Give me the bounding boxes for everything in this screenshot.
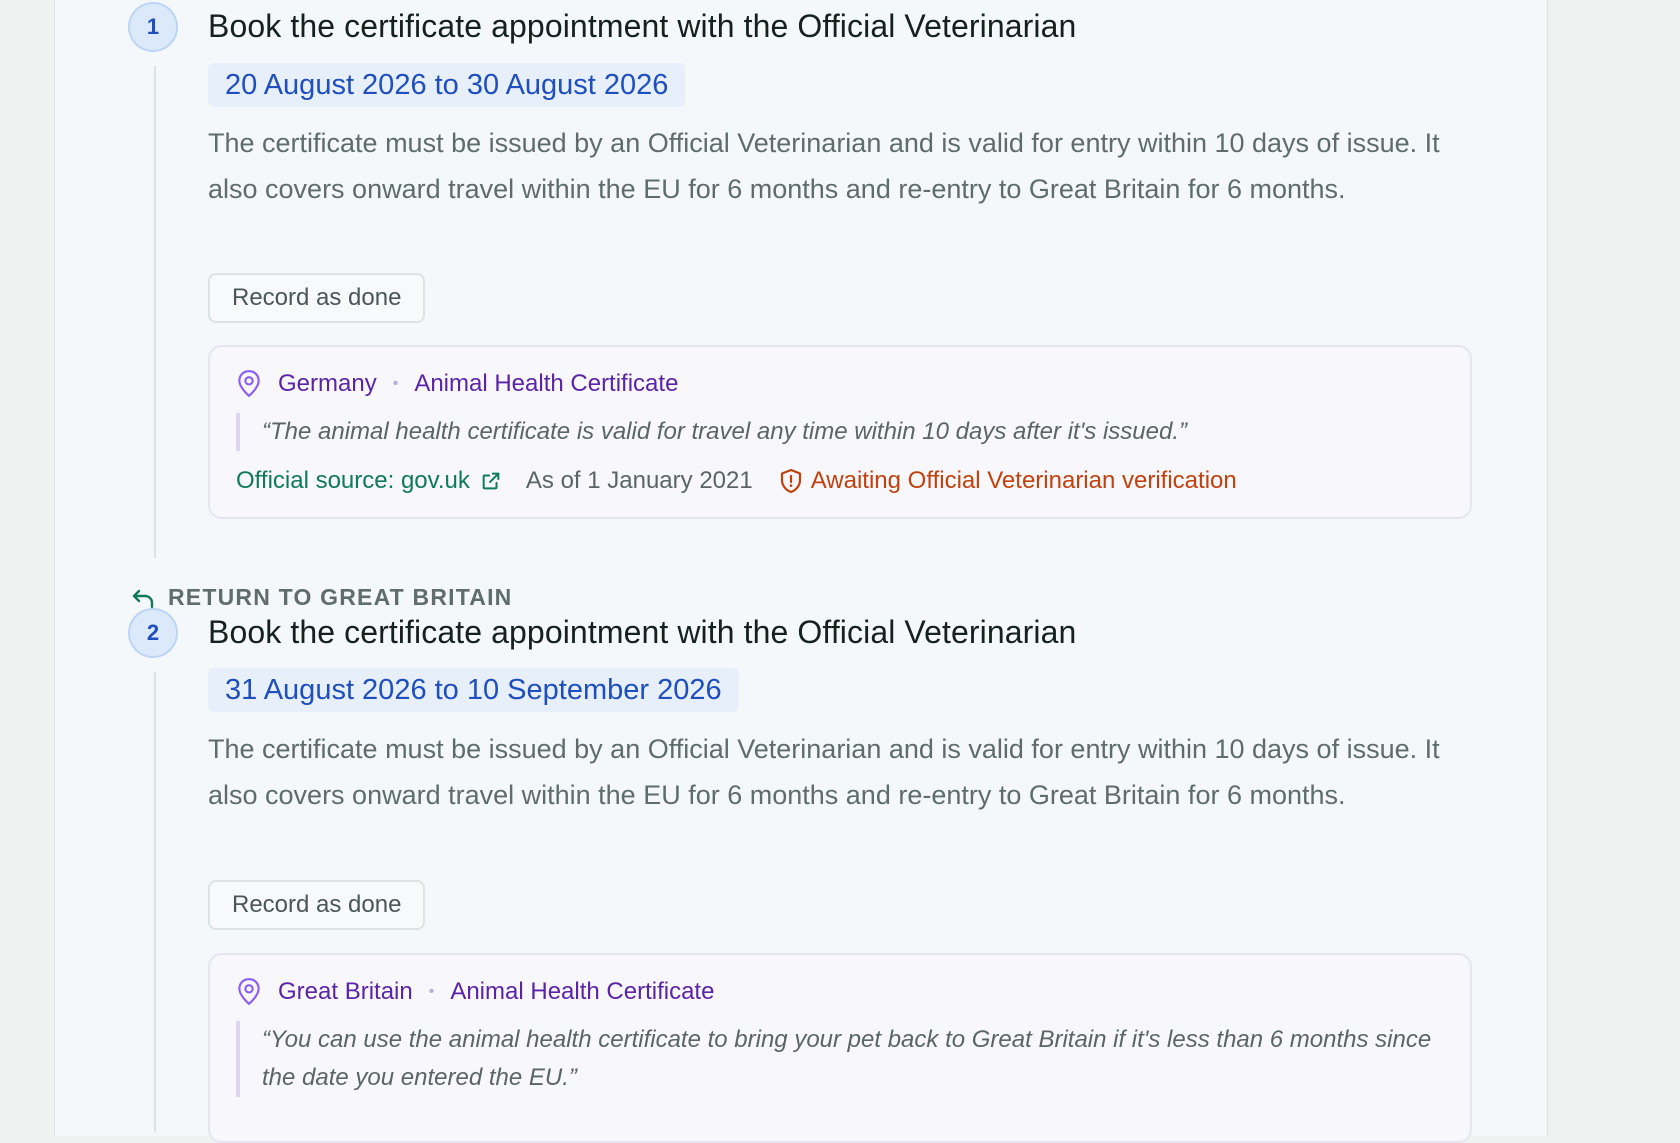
record-as-done-button[interactable]: Record as done (208, 880, 426, 930)
source-quote: “The animal health certificate is valid … (236, 413, 1432, 451)
official-source-link[interactable]: Official source: gov.uk (236, 467, 470, 495)
source-country: Great Britain (278, 978, 413, 1005)
timeline-line (154, 672, 156, 1132)
timeline-line (154, 66, 156, 558)
source-card: Germany • Animal Health Certificate “The… (208, 345, 1472, 519)
step-title: Book the certificate appointment with th… (208, 614, 1077, 650)
location-pin-icon (238, 978, 260, 1006)
step-description: The certificate must be issued by an Off… (208, 128, 1440, 204)
separator-dot: • (428, 983, 435, 1000)
separator-dot: • (392, 375, 399, 392)
source-header: Great Britain • Animal Health Certificat… (236, 977, 714, 1007)
section-label-text: RETURN TO GREAT BRITAIN (168, 584, 513, 610)
step-description: The certificate must be issued by an Off… (208, 734, 1440, 810)
location-pin-icon (238, 370, 260, 398)
step-title: Book the certificate appointment with th… (208, 8, 1077, 44)
shield-icon (780, 468, 801, 494)
source-meta: Official source: gov.uk As of 1 January … (236, 467, 1237, 495)
return-arrow-icon (132, 589, 154, 608)
source-card: Great Britain • Animal Health Certificat… (208, 953, 1472, 1143)
step-number-badge: 1 (128, 2, 178, 52)
source-document: Animal Health Certificate (450, 978, 715, 1005)
external-link-icon[interactable] (480, 470, 502, 492)
as-of-date: As of 1 January 2021 (525, 467, 753, 494)
date-range-badge: 20 August 2026 to 30 August 2026 (208, 63, 686, 107)
source-header: Germany • Animal Health Certificate (236, 369, 678, 399)
verification-status: Awaiting Official Veterinarian verificat… (810, 467, 1237, 494)
source-quote: “You can use the animal health certifica… (236, 1021, 1432, 1097)
source-country: Germany (278, 370, 377, 397)
step-number-badge: 2 (128, 608, 178, 658)
source-document: Animal Health Certificate (414, 370, 679, 397)
date-range-badge: 31 August 2026 to 10 September 2026 (208, 668, 739, 712)
section-label: RETURN TO GREAT BRITAIN (130, 584, 512, 611)
record-as-done-button[interactable]: Record as done (208, 273, 426, 323)
